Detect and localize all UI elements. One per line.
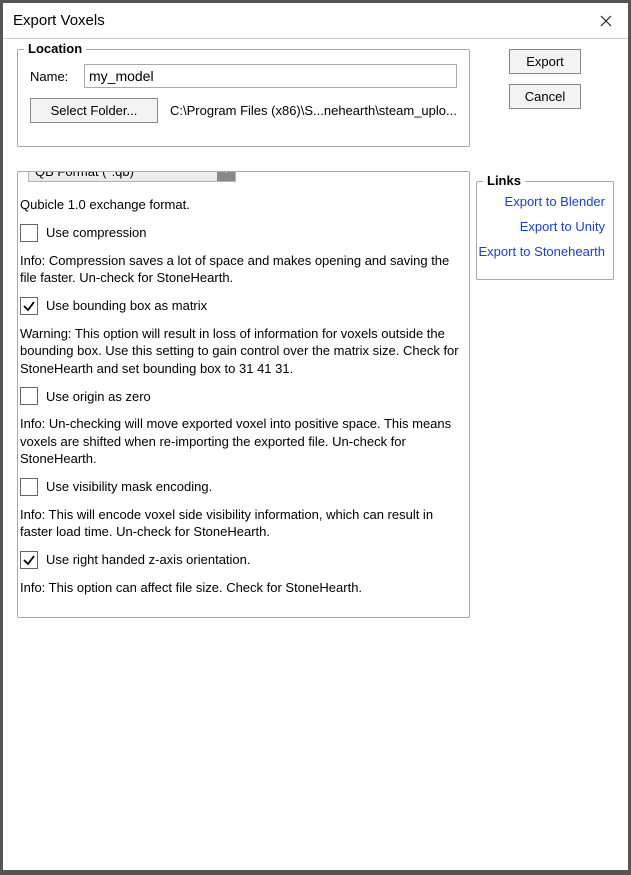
use-bounding-checkbox[interactable] [20, 297, 38, 315]
format-group: QB Format (*.qb) Qubicle 1.0 exchange fo… [17, 171, 470, 618]
use-rh-info: Info: This option can affect file size. … [20, 579, 467, 597]
links-inner: Export to Blender Export to Unity Export… [477, 182, 613, 279]
format-desc: Qubicle 1.0 exchange format. [20, 196, 467, 214]
use-bounding-info: Warning: This option will result in loss… [20, 325, 467, 378]
use-vismask-label: Use visibility mask encoding. [46, 478, 212, 496]
use-bounding-row: Use bounding box as matrix [20, 297, 467, 315]
use-bounding-label: Use bounding box as matrix [46, 297, 207, 315]
use-compression-label: Use compression [46, 224, 146, 242]
use-rh-label: Use right handed z-axis orientation. [46, 551, 251, 569]
export-button[interactable]: Export [509, 49, 581, 74]
folder-row: Select Folder... C:\Program Files (x86)\… [30, 98, 457, 123]
name-row: Name: [30, 64, 457, 88]
use-origin-checkbox[interactable] [20, 387, 38, 405]
name-label: Name: [30, 69, 74, 84]
links-legend: Links [483, 173, 525, 188]
use-compression-checkbox[interactable] [20, 224, 38, 242]
content: Location Name: Select Folder... C:\Progr… [3, 39, 628, 870]
use-vismask-info: Info: This will encode voxel side visibi… [20, 506, 467, 541]
close-icon [600, 15, 612, 27]
format-select-wrap: QB Format (*.qb) [24, 171, 240, 182]
format-select[interactable]: QB Format (*.qb) [28, 171, 236, 182]
use-compression-info: Info: Compression saves a lot of space a… [20, 252, 467, 287]
export-dialog: Export Voxels Location Name: Select Fold… [2, 2, 629, 871]
use-rh-row: Use right handed z-axis orientation. [20, 551, 467, 569]
close-button[interactable] [584, 3, 628, 39]
location-legend: Location [24, 41, 86, 56]
use-vismask-checkbox[interactable] [20, 478, 38, 496]
link-blender[interactable]: Export to Blender [477, 194, 605, 209]
chevron-down-icon [217, 171, 235, 181]
format-select-text: QB Format (*.qb) [29, 171, 217, 179]
use-origin-row: Use origin as zero [20, 387, 467, 405]
name-input[interactable] [84, 64, 457, 88]
window-title: Export Voxels [13, 12, 105, 29]
link-unity[interactable]: Export to Unity [477, 219, 605, 234]
titlebar: Export Voxels [3, 3, 628, 39]
cancel-button[interactable]: Cancel [509, 84, 581, 109]
use-rh-checkbox[interactable] [20, 551, 38, 569]
links-group: Links Export to Blender Export to Unity … [476, 181, 614, 280]
format-options: Qubicle 1.0 exchange format. Use compres… [18, 196, 469, 617]
link-stonehearth[interactable]: Export to Stonehearth [477, 244, 605, 259]
folder-path: C:\Program Files (x86)\S...nehearth\stea… [170, 103, 457, 118]
main-panel: Location Name: Select Folder... C:\Progr… [17, 49, 470, 856]
use-vismask-row: Use visibility mask encoding. [20, 478, 467, 496]
use-origin-info: Info: Un-checking will move exported vox… [20, 415, 467, 468]
sidebar: Export Cancel Links Export to Blender Ex… [476, 49, 614, 856]
select-folder-button[interactable]: Select Folder... [30, 98, 158, 123]
use-origin-label: Use origin as zero [46, 388, 151, 406]
use-compression-row: Use compression [20, 224, 467, 242]
location-group: Location Name: Select Folder... C:\Progr… [17, 49, 470, 147]
